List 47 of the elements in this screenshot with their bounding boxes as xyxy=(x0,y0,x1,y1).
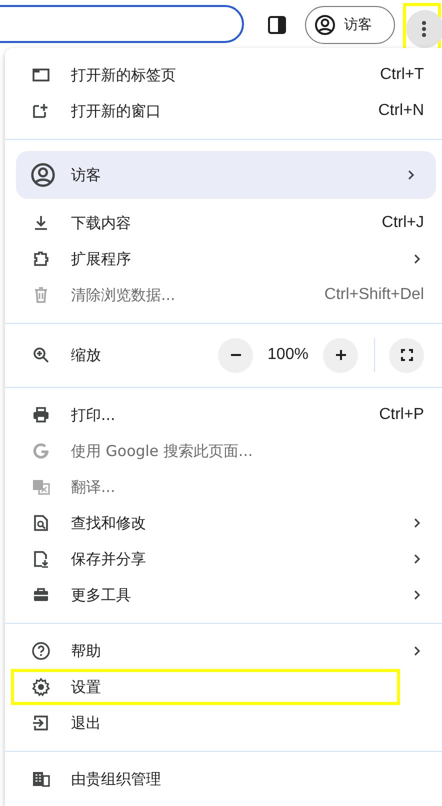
chevron-right-icon xyxy=(412,253,422,265)
printer-icon xyxy=(31,405,51,425)
shortcut-text: Ctrl+Shift+Del xyxy=(324,286,424,304)
more-vertical-icon xyxy=(422,21,426,37)
account-icon xyxy=(314,14,336,36)
page-search-icon xyxy=(31,513,51,533)
fullscreen-button[interactable] xyxy=(389,338,424,372)
menu-item[interactable]: 退出 xyxy=(5,705,442,741)
menu-item[interactable]: 查找和修改 xyxy=(5,505,442,541)
profile-menu-item[interactable]: 访客 xyxy=(16,151,436,199)
account-icon xyxy=(30,162,56,188)
shortcut-text: Ctrl+P xyxy=(379,406,424,424)
chevron-right-icon xyxy=(412,645,422,657)
puzzle-icon xyxy=(31,249,51,269)
shortcut-text: Ctrl+N xyxy=(378,102,424,120)
menu-item[interactable]: 由贵组织管理 xyxy=(5,761,442,797)
side-panel-icon xyxy=(267,15,287,35)
chevron-right-icon xyxy=(412,589,422,601)
plus-icon xyxy=(334,349,346,361)
file-download-icon xyxy=(31,549,51,569)
translate-icon xyxy=(31,477,51,497)
chevron-right-icon xyxy=(412,553,422,565)
chevron-right-icon xyxy=(406,169,416,181)
menu-item[interactable]: 保存并分享 xyxy=(5,541,442,577)
profile-button[interactable]: 访客 xyxy=(305,6,395,44)
menu-item[interactable]: 更多工具 xyxy=(5,577,442,613)
zoom-level: 100% xyxy=(266,346,310,364)
menu-item[interactable]: 帮助 xyxy=(5,633,442,669)
fullscreen-icon xyxy=(400,349,412,361)
shortcut-text: Ctrl+J xyxy=(382,214,424,232)
exit-icon xyxy=(31,713,51,733)
zoom-in-button[interactable] xyxy=(323,338,358,372)
zoom-icon xyxy=(31,345,51,365)
building-icon xyxy=(31,769,51,789)
menu-item[interactable]: 打开新的窗口 Ctrl+N xyxy=(5,93,442,129)
settings-icon xyxy=(31,677,51,697)
menu-item[interactable]: 设置 xyxy=(5,669,442,705)
google-g-icon xyxy=(31,441,51,461)
menu-item[interactable]: 打印... Ctrl+P xyxy=(5,397,442,433)
shortcut-text: Ctrl+T xyxy=(380,66,424,84)
menu-item[interactable]: 打开新的标签页 Ctrl+T xyxy=(5,57,442,93)
address-bar[interactable] xyxy=(0,5,244,43)
help-icon xyxy=(31,641,51,661)
menu-item[interactable]: 下载内容 Ctrl+J xyxy=(5,205,442,241)
zoom-label: 缩放 xyxy=(71,346,102,364)
chevron-right-icon xyxy=(412,517,422,529)
menu-item[interactable]: 扩展程序 xyxy=(5,241,442,277)
